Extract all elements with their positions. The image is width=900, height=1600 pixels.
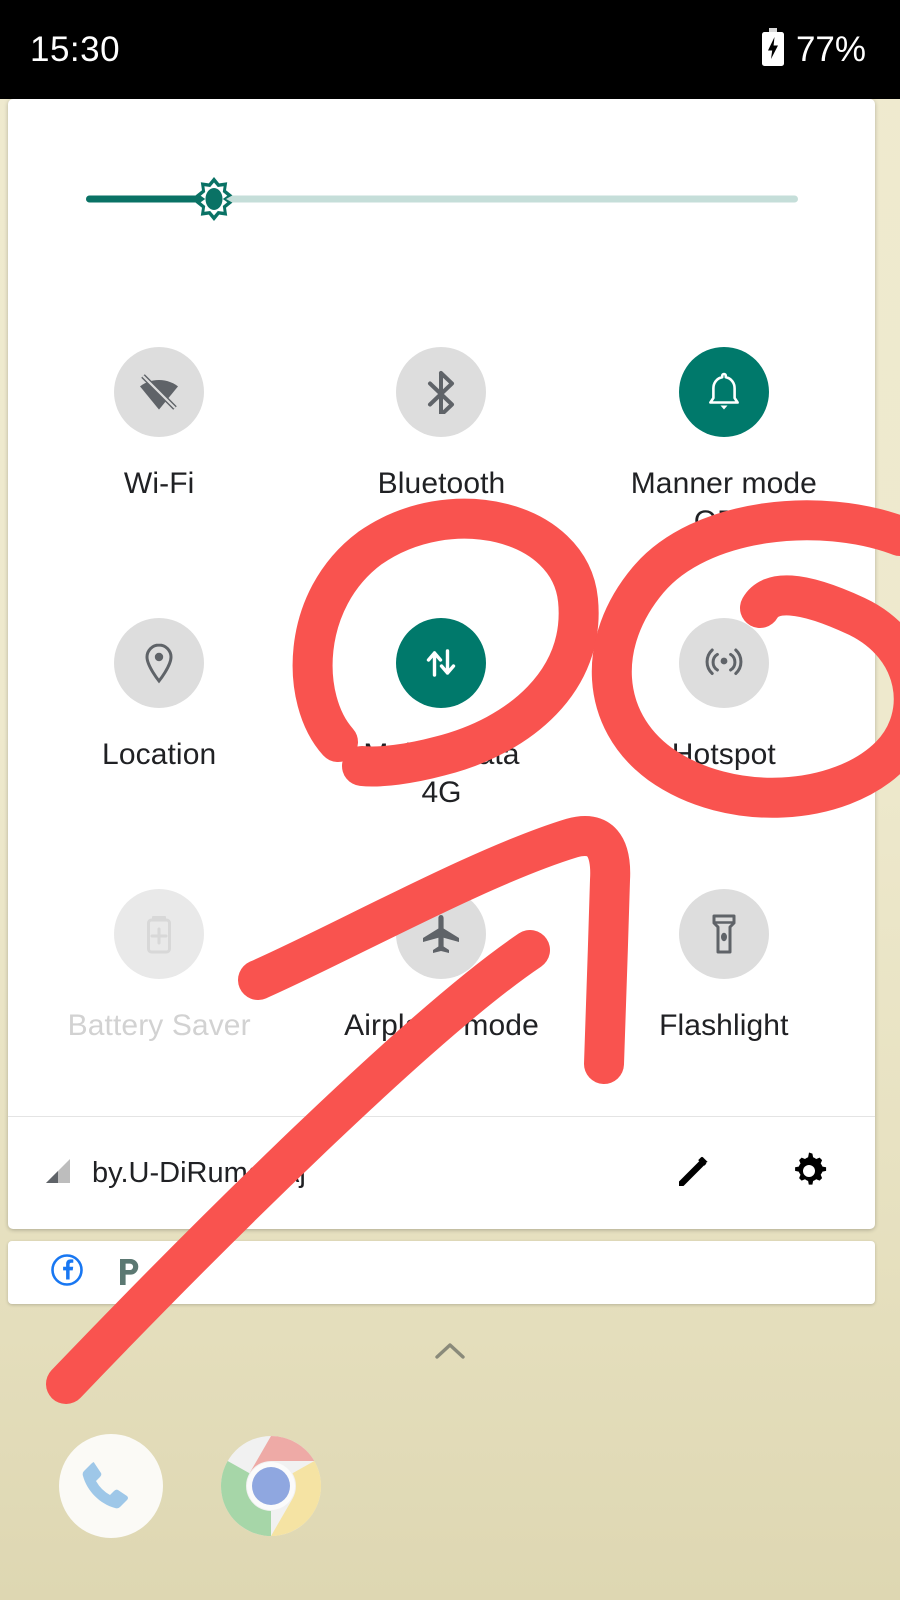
tile-label: Battery Saver bbox=[67, 1009, 251, 1042]
tile-label: Flashlight bbox=[659, 1009, 789, 1042]
gear-settings-icon[interactable] bbox=[787, 1149, 831, 1198]
bell-icon bbox=[678, 347, 769, 437]
facebook-icon[interactable] bbox=[50, 1253, 84, 1292]
quick-settings-footer: by.U-DiRumahAj bbox=[8, 1116, 875, 1229]
footer-actions bbox=[673, 1149, 843, 1198]
tile-location[interactable]: Location bbox=[18, 570, 300, 841]
hotspot-icon bbox=[678, 618, 769, 708]
signal-bars-icon bbox=[44, 1157, 74, 1190]
airplane-icon bbox=[396, 889, 487, 979]
bluetooth-icon bbox=[396, 347, 487, 437]
tile-battery-saver[interactable]: Battery Saver bbox=[18, 841, 300, 1112]
tile-label: Location bbox=[102, 738, 217, 771]
tile-label: Bluetooth bbox=[377, 467, 506, 500]
tile-row-1: Wi-Fi Bluetooth Manner mode OFF bbox=[18, 299, 865, 570]
tile-row-3: Battery Saver Airplane mode Flashlight bbox=[18, 841, 865, 1112]
data-transfer-icon bbox=[396, 618, 487, 708]
battery-plus-icon bbox=[114, 889, 205, 979]
wifi-off-icon bbox=[114, 347, 205, 437]
tile-mobile-data[interactable]: Mobile data 4G bbox=[300, 570, 582, 841]
tile-label: Mobile data bbox=[363, 738, 520, 771]
status-bar: 15:30 77% bbox=[0, 0, 900, 99]
pinterest-icon[interactable] bbox=[114, 1253, 144, 1292]
tile-bluetooth[interactable]: Bluetooth bbox=[300, 299, 582, 570]
phone-screen: 15:30 77% Wi-Fi Bluetooth Manner mode OF… bbox=[0, 0, 900, 1600]
chevron-up-icon[interactable] bbox=[0, 1340, 900, 1367]
tile-flashlight[interactable]: Flashlight bbox=[583, 841, 865, 1112]
tile-label: Hotspot bbox=[671, 738, 776, 771]
status-right-group: 77% bbox=[760, 28, 866, 71]
location-pin-icon bbox=[114, 618, 205, 708]
brightness-row bbox=[8, 99, 875, 299]
phone-app-icon[interactable] bbox=[55, 1430, 167, 1542]
status-clock: 15:30 bbox=[30, 30, 121, 69]
tile-wifi[interactable]: Wi-Fi bbox=[18, 299, 300, 570]
battery-charging-icon bbox=[760, 28, 786, 71]
brightness-sun-icon[interactable] bbox=[191, 176, 237, 222]
tile-row-2: Location Mobile data 4G Hotspot bbox=[18, 570, 865, 841]
tile-hotspot[interactable]: Hotspot bbox=[583, 570, 865, 841]
tile-sublabel: 4G bbox=[421, 775, 462, 809]
notification-icon-strip[interactable] bbox=[8, 1241, 875, 1304]
quick-settings-panel: Wi-Fi Bluetooth Manner mode OFF Location… bbox=[8, 99, 875, 1229]
flashlight-icon bbox=[678, 889, 769, 979]
more-notifications-dot-icon[interactable] bbox=[174, 1263, 188, 1282]
tile-label: Wi-Fi bbox=[123, 467, 195, 500]
brightness-slider[interactable] bbox=[85, 176, 798, 222]
carrier-label: by.U-DiRumahAj bbox=[92, 1156, 306, 1189]
tile-label: Airplane mode bbox=[344, 1009, 539, 1042]
tile-manner-mode[interactable]: Manner mode OFF bbox=[583, 299, 865, 570]
battery-percent-label: 77% bbox=[795, 30, 866, 69]
tile-sublabel: OFF bbox=[693, 504, 754, 538]
carrier-group: by.U-DiRumahAj bbox=[44, 1157, 673, 1190]
chrome-app-icon[interactable] bbox=[215, 1430, 327, 1542]
home-dock bbox=[0, 1430, 900, 1542]
tile-label: Manner mode bbox=[630, 467, 817, 500]
tile-airplane-mode[interactable]: Airplane mode bbox=[300, 841, 582, 1112]
quick-settings-tile-grid: Wi-Fi Bluetooth Manner mode OFF Location… bbox=[8, 299, 875, 1112]
pencil-edit-icon[interactable] bbox=[673, 1150, 715, 1197]
